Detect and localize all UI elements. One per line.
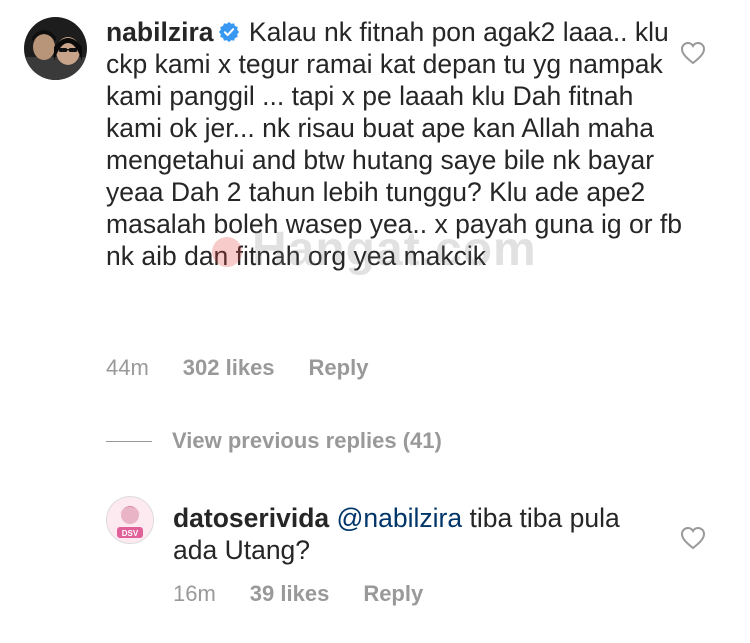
reply-button[interactable]: Reply [363,581,423,607]
view-previous-replies-label: View previous replies (41) [172,428,442,453]
reply-username[interactable]: datoserivida [173,503,329,533]
reply-meta: 16m 39 likes Reply [173,581,423,607]
verified-badge-icon [218,21,240,43]
avatar-label: DSV [122,529,139,538]
comment-username[interactable]: nabilzira [106,17,214,47]
reply-timestamp: 16m [173,581,216,606]
reply-likes-count[interactable]: 39 likes [250,581,330,607]
divider-line [106,440,152,442]
reply-button[interactable]: Reply [309,355,369,381]
reply-avatar[interactable]: DSV [106,496,154,544]
comment-body: nabilzira Kalau nk fitnah pon agak2 laaa… [106,16,696,272]
reply-body: datoserivida @nabilzira tiba tiba pula a… [173,502,653,566]
view-previous-replies-button[interactable]: View previous replies (41) [106,428,442,454]
comment-text: Kalau nk fitnah pon agak2 laaa.. klu ckp… [106,17,683,271]
like-heart-icon[interactable] [680,41,706,65]
avatar[interactable] [24,17,87,80]
like-heart-icon[interactable] [680,526,706,550]
profile-photo-icon [24,17,87,80]
reply-mention[interactable]: @nabilzira [337,503,463,533]
comment-timestamp: 44m [106,355,149,380]
comment-likes-count[interactable]: 302 likes [183,355,275,381]
profile-photo-icon: DSV [107,497,153,543]
comment-meta: 44m 302 likes Reply [106,355,368,381]
